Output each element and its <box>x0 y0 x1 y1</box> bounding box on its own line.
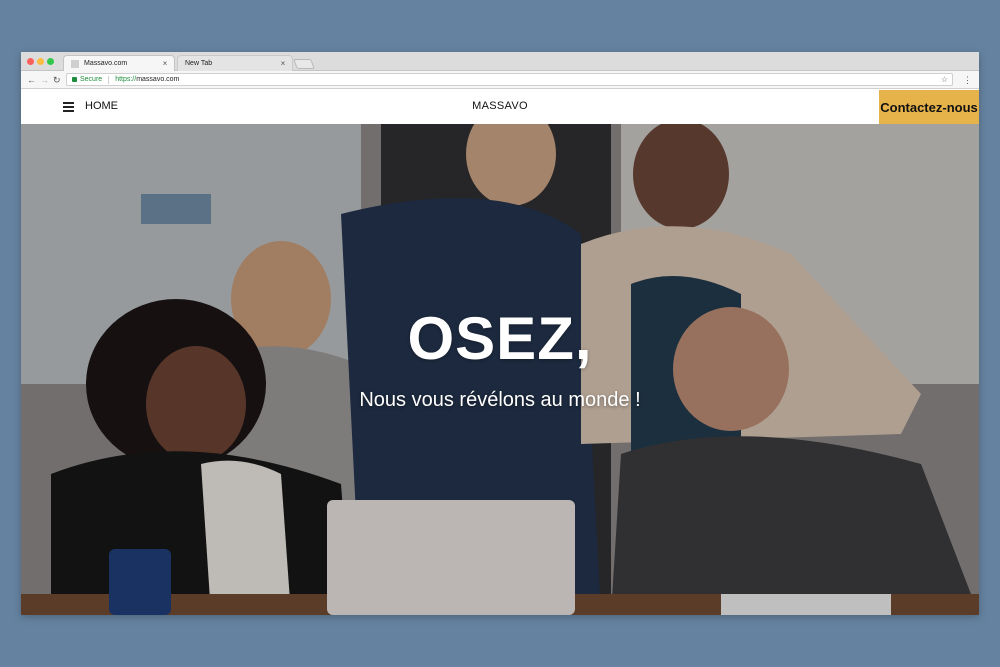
tab-title: Massavo.com <box>84 60 128 67</box>
contact-button[interactable]: Contactez-nous <box>879 90 979 124</box>
close-icon[interactable]: × <box>278 59 288 68</box>
tab-new-tab[interactable]: New Tab × <box>177 55 293 71</box>
tab-massavo[interactable]: Massavo.com × <box>63 55 175 71</box>
star-icon[interactable]: ☆ <box>941 74 948 86</box>
divider <box>108 75 110 84</box>
reload-icon[interactable]: ↻ <box>53 74 61 86</box>
maximize-window-button[interactable] <box>47 58 54 65</box>
url-host: massavo.com <box>136 76 180 83</box>
tab-title: New Tab <box>185 60 213 67</box>
minimize-window-button[interactable] <box>37 58 44 65</box>
address-bar[interactable]: Secure https://massavo.com ☆ <box>66 73 953 86</box>
close-icon[interactable]: × <box>160 59 170 68</box>
forward-icon[interactable]: → <box>40 74 49 86</box>
back-icon[interactable]: ← <box>27 74 36 86</box>
hero-subtitle: Nous vous révélons au monde ! <box>359 389 641 411</box>
site-header: HOME MASSAVO Contactez-nous <box>21 90 979 124</box>
menu-kebab-icon[interactable]: ⋮ <box>963 74 972 86</box>
browser-toolbar: ← → ↻ Secure https://massavo.com ☆ ⋮ <box>21 71 979 89</box>
secure-label: Secure <box>80 76 103 83</box>
url-scheme: https:// <box>115 76 137 83</box>
hero-title: OSEZ, <box>407 305 593 372</box>
tab-strip: Massavo.com × New Tab × <box>21 52 979 71</box>
new-tab-button[interactable] <box>293 59 315 69</box>
close-window-button[interactable] <box>27 58 34 65</box>
browser-window: Massavo.com × New Tab × ← → ↻ Secure htt… <box>21 52 979 615</box>
lock-icon <box>72 77 77 82</box>
favicon-icon <box>71 59 79 68</box>
hero-section: OSEZ, Nous vous révélons au monde ! <box>21 124 979 615</box>
brand-name: MASSAVO <box>472 100 528 112</box>
